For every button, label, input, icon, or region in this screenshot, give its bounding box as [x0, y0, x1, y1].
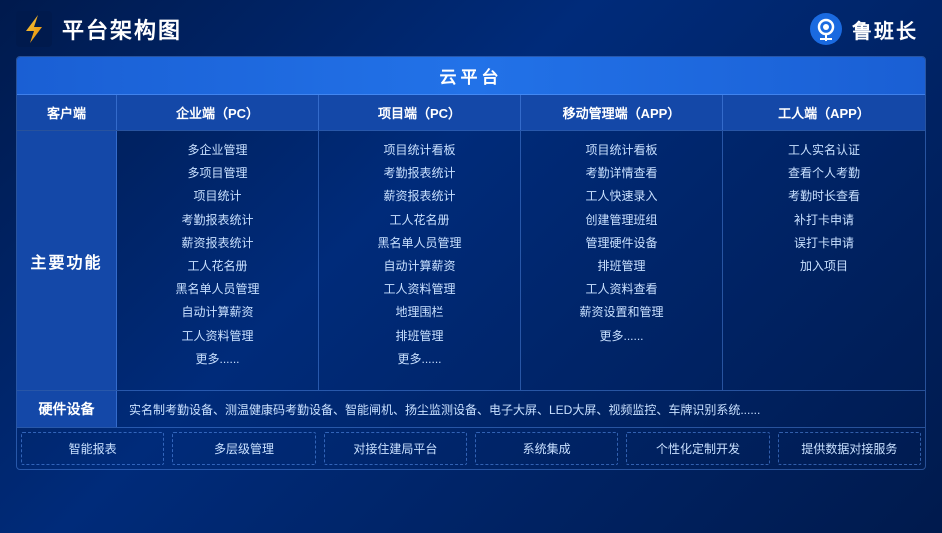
- list-item: 黑名单人员管理: [125, 280, 310, 299]
- list-item: 考勤时长查看: [731, 187, 917, 206]
- lightning-icon: [16, 11, 52, 47]
- list-item: 加入项目: [731, 257, 917, 276]
- list-item: 查看个人考勤: [731, 164, 917, 183]
- list-item: 地理围栏: [327, 303, 512, 322]
- list-item: 薪资报表统计: [327, 187, 512, 206]
- col-header-worker: 工人端（APP）: [723, 95, 925, 130]
- list-item: 考勤详情查看: [529, 164, 714, 183]
- list-item: 工人实名认证: [731, 141, 917, 160]
- brand-logo-icon: [808, 11, 844, 47]
- list-item: 项目统计: [125, 187, 310, 206]
- project-features: 项目统计看板考勤报表统计薪资报表统计工人花名册黑名单人员管理自动计算薪资工人资料…: [319, 131, 521, 390]
- list-item: 工人花名册: [327, 211, 512, 230]
- main-features-label: 主要功能: [17, 131, 117, 390]
- hardware-label: 硬件设备: [17, 391, 117, 427]
- cloud-label: 云平台: [440, 68, 503, 87]
- brand-name: 鲁班长: [852, 15, 918, 44]
- tags-row: 智能报表多层级管理对接住建局平台系统集成个性化定制开发提供数据对接服务: [17, 428, 925, 469]
- list-item: 自动计算薪资: [327, 257, 512, 276]
- list-item: 考勤报表统计: [327, 164, 512, 183]
- cloud-platform-row: 云平台: [17, 57, 925, 95]
- features-row: 主要功能 多企业管理多项目管理项目统计考勤报表统计薪资报表统计工人花名册黑名单人…: [17, 131, 925, 391]
- list-item: 多项目管理: [125, 164, 310, 183]
- list-item: 项目统计看板: [327, 141, 512, 160]
- list-item: 排班管理: [327, 327, 512, 346]
- header-left: 平台架构图: [16, 11, 182, 47]
- list-item: 更多......: [529, 327, 714, 346]
- worker-features: 工人实名认证查看个人考勤考勤时长查看补打卡申请误打卡申请加入项目: [723, 131, 925, 390]
- list-item: 工人快速录入: [529, 187, 714, 206]
- list-item: 多企业管理: [125, 141, 310, 160]
- col-header-mobile: 移动管理端（APP）: [521, 95, 723, 130]
- list-item: 多层级管理: [172, 432, 315, 465]
- list-item: 误打卡申请: [731, 234, 917, 253]
- list-item: 系统集成: [475, 432, 618, 465]
- list-item: 工人花名册: [125, 257, 310, 276]
- hardware-row: 硬件设备 实名制考勤设备、测温健康码考勤设备、智能闸机、扬尘监测设备、电子大屏、…: [17, 391, 925, 428]
- enterprise-features: 多企业管理多项目管理项目统计考勤报表统计薪资报表统计工人花名册黑名单人员管理自动…: [117, 131, 319, 390]
- list-item: 工人资料查看: [529, 280, 714, 299]
- list-item: 个性化定制开发: [626, 432, 769, 465]
- column-headers: 客户端 企业端（PC） 项目端（PC） 移动管理端（APP） 工人端（APP）: [17, 95, 925, 131]
- col-header-enterprise: 企业端（PC）: [117, 95, 319, 130]
- header: 平台架构图 鲁班长: [0, 0, 942, 56]
- list-item: 更多......: [125, 350, 310, 369]
- page-title: 平台架构图: [62, 13, 182, 45]
- list-item: 提供数据对接服务: [778, 432, 921, 465]
- list-item: 项目统计看板: [529, 141, 714, 160]
- list-item: 黑名单人员管理: [327, 234, 512, 253]
- mobile-features: 项目统计看板考勤详情查看工人快速录入创建管理班组管理硬件设备排班管理工人资料查看…: [521, 131, 723, 390]
- list-item: 对接住建局平台: [324, 432, 467, 465]
- col-header-project: 项目端（PC）: [319, 95, 521, 130]
- list-item: 考勤报表统计: [125, 211, 310, 230]
- list-item: 自动计算薪资: [125, 303, 310, 322]
- list-item: 更多......: [327, 350, 512, 369]
- main-table: 云平台 客户端 企业端（PC） 项目端（PC） 移动管理端（APP） 工人端（A…: [16, 56, 926, 470]
- list-item: 补打卡申请: [731, 211, 917, 230]
- col-header-client: 客户端: [17, 95, 117, 130]
- list-item: 智能报表: [21, 432, 164, 465]
- hardware-content: 实名制考勤设备、测温健康码考勤设备、智能闸机、扬尘监测设备、电子大屏、LED大屏…: [117, 391, 925, 427]
- list-item: 薪资报表统计: [125, 234, 310, 253]
- list-item: 创建管理班组: [529, 211, 714, 230]
- list-item: 排班管理: [529, 257, 714, 276]
- list-item: 工人资料管理: [125, 327, 310, 346]
- list-item: 管理硬件设备: [529, 234, 714, 253]
- list-item: 薪资设置和管理: [529, 303, 714, 322]
- brand-right: 鲁班长: [808, 11, 918, 47]
- list-item: 工人资料管理: [327, 280, 512, 299]
